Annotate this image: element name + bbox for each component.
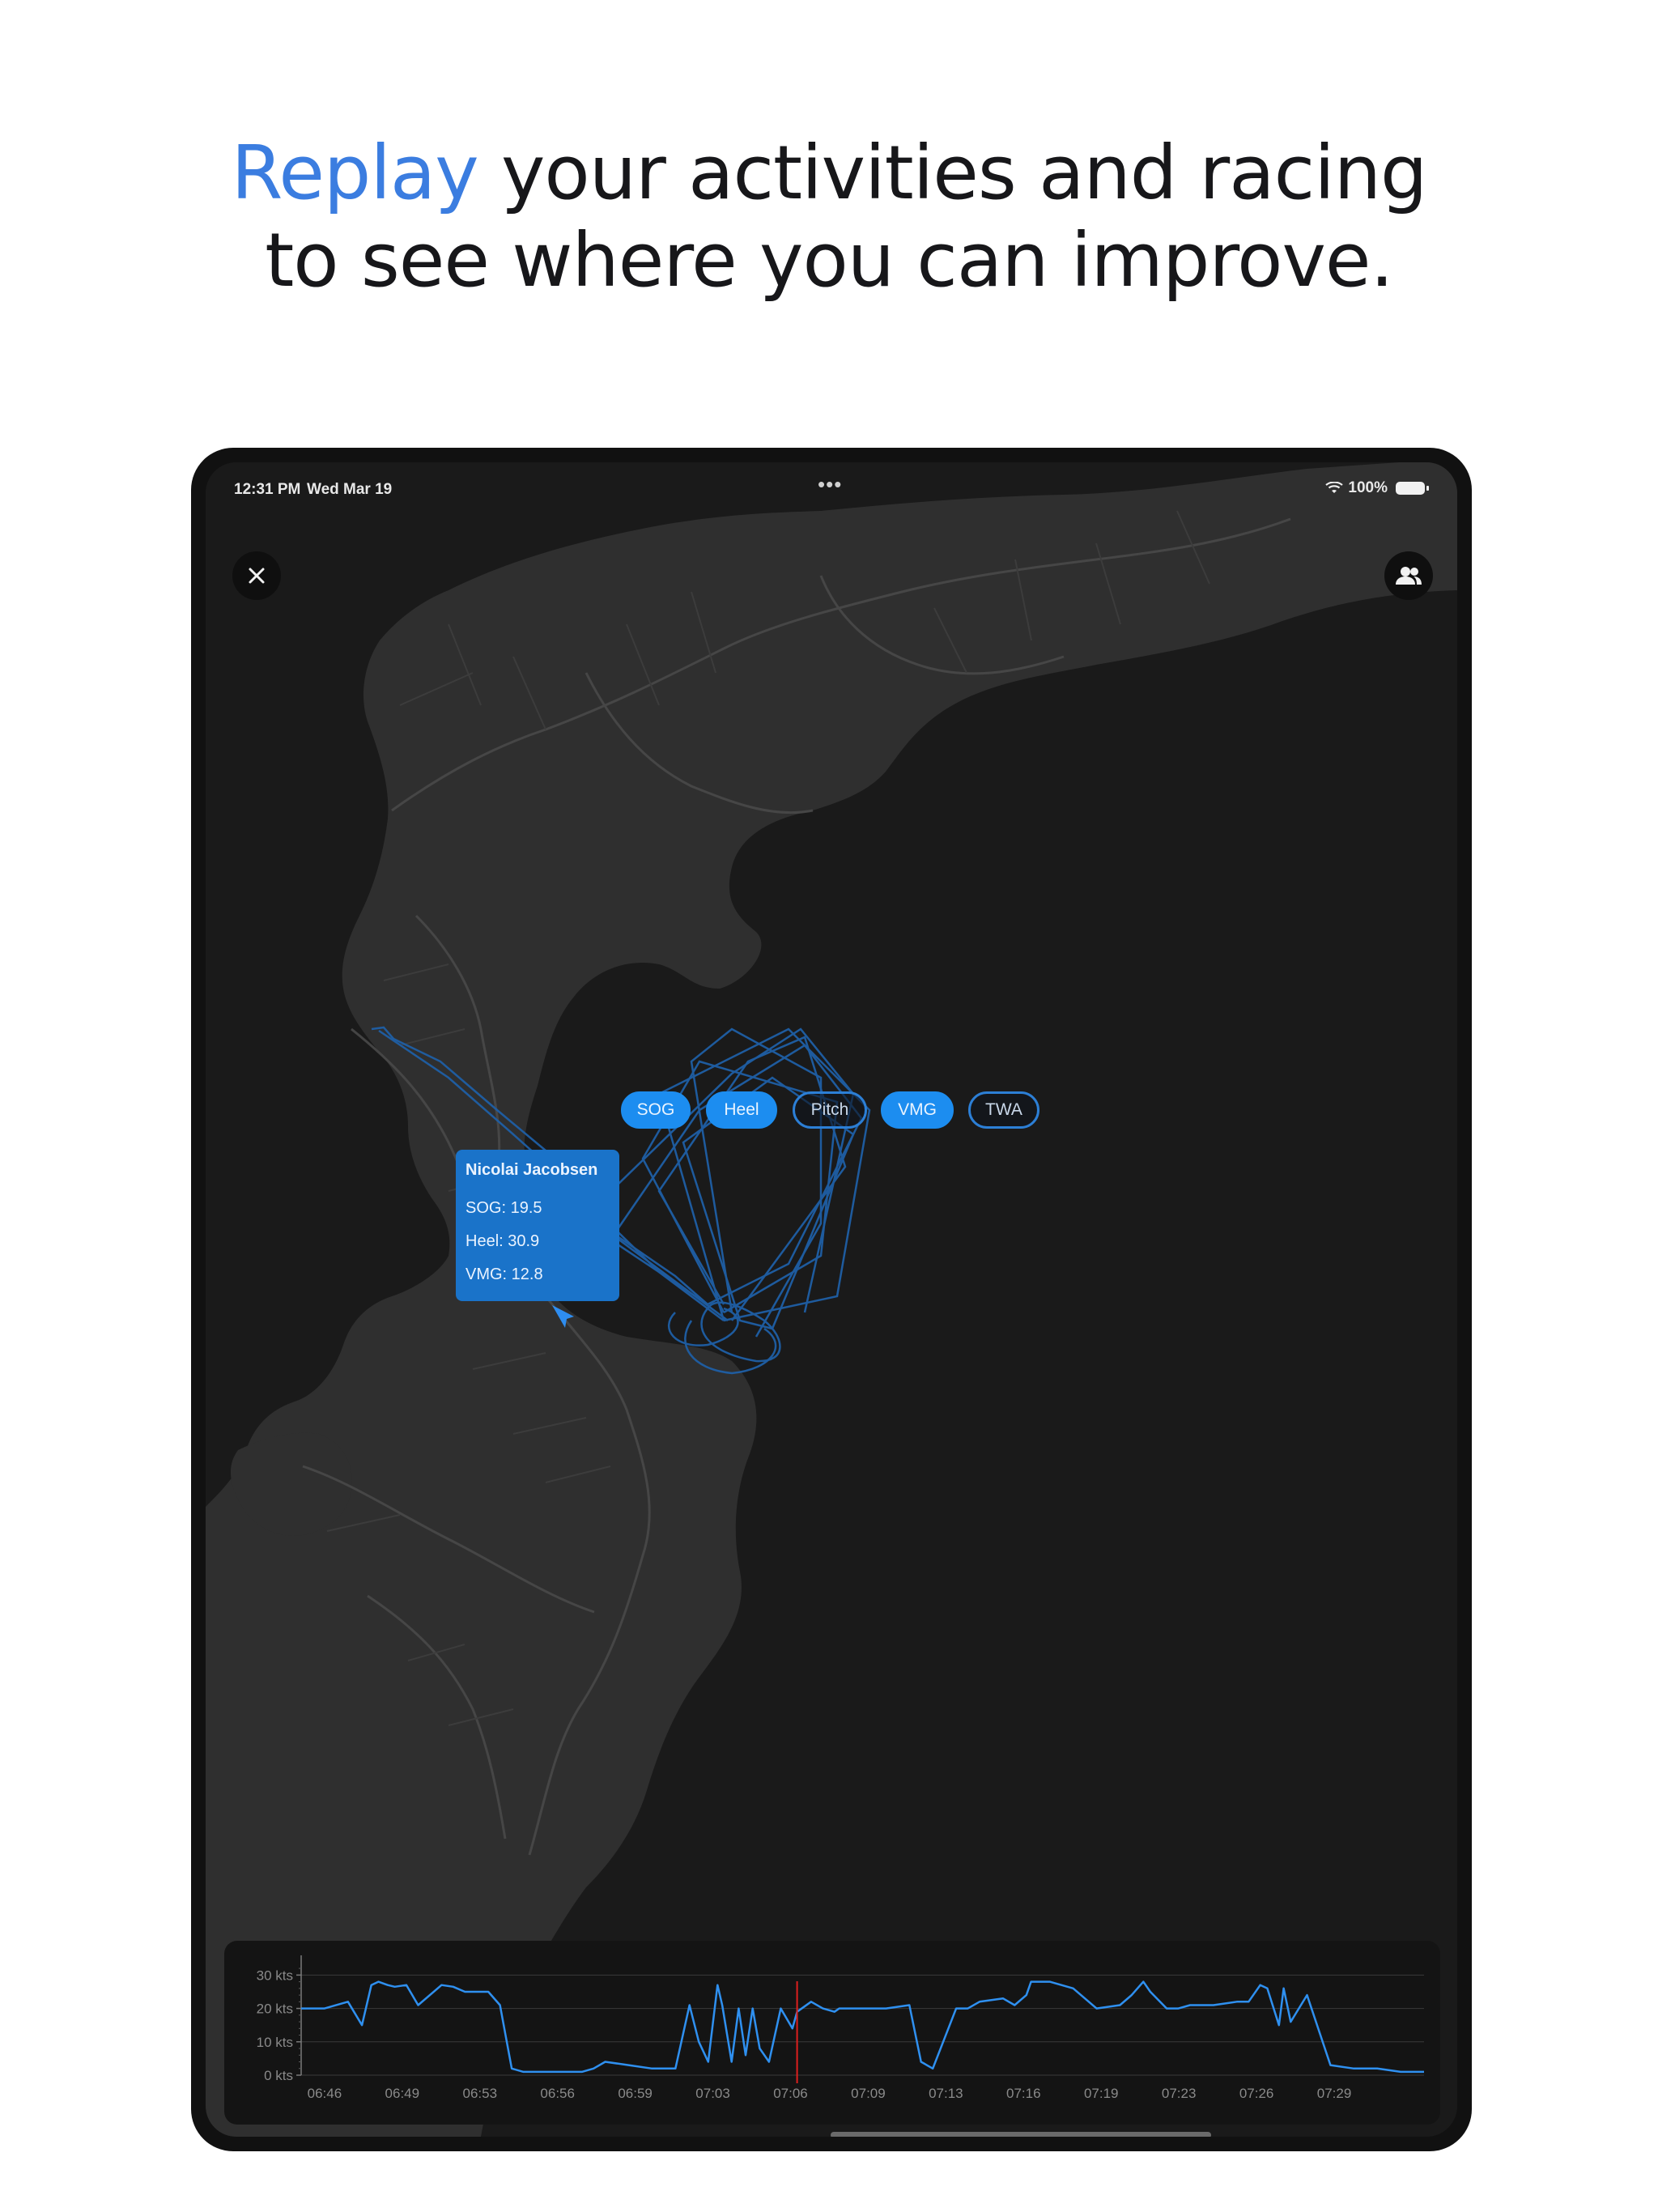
multitasking-dots[interactable]: ••• <box>818 472 842 497</box>
headline-accent: Replay <box>231 130 479 216</box>
x-tick-label: 06:56 <box>540 2086 575 2101</box>
tablet-frame: 12:31 PM Wed Mar 19 ••• 100% SOG Heel Pi… <box>191 448 1472 2151</box>
headline: Replay your activities and racing to see… <box>0 130 1658 304</box>
close-icon <box>249 568 265 584</box>
metric-pill-vmg[interactable]: VMG <box>881 1091 954 1129</box>
app-screen: 12:31 PM Wed Mar 19 ••• 100% SOG Heel Pi… <box>206 462 1457 2137</box>
y-tick-label: 20 kts <box>257 2001 293 2017</box>
x-tick-label: 07:09 <box>851 2086 886 2101</box>
close-button[interactable] <box>232 551 281 600</box>
x-tick-label: 06:59 <box>618 2086 653 2101</box>
y-tick-label: 0 kts <box>264 2068 293 2083</box>
x-tick-label: 07:16 <box>1006 2086 1041 2101</box>
stat-sog: SOG: 19.5 <box>466 1199 542 1217</box>
stat-heel: Heel: 30.9 <box>466 1232 540 1250</box>
headline-line-2: to see where you can improve. <box>265 217 1394 304</box>
metric-pill-sog[interactable]: SOG <box>621 1091 691 1129</box>
speed-chart-svg[interactable]: 30 kts 20 kts 10 kts 0 kts 06:46 06:49 06:53 06… <box>224 1941 1440 2125</box>
home-indicator[interactable] <box>831 2132 1211 2137</box>
status-right: 100% <box>1325 479 1429 497</box>
stat-vmg: VMG: 12.8 <box>466 1266 543 1283</box>
status-bar: 12:31 PM Wed Mar 19 ••• 100% <box>206 462 1457 511</box>
headline-line-1: Replay your activities and racing <box>0 130 1658 217</box>
speed-timeline-chart[interactable]: 30 kts 20 kts 10 kts 0 kts 06:46 06:49 06:53 06… <box>224 1941 1440 2125</box>
x-tick-label: 07:23 <box>1162 2086 1197 2101</box>
x-tick-label: 07:13 <box>929 2086 963 2101</box>
metric-filter-bar: SOG Heel Pitch VMG TWA <box>206 1091 1457 1135</box>
sog-series-line <box>301 1980 1424 2074</box>
battery-percent: 100% <box>1348 479 1388 496</box>
battery-icon <box>1396 482 1429 495</box>
status-time: 12:31 PM <box>234 481 301 498</box>
athlete-name: Nicolai Jacobsen <box>466 1161 598 1179</box>
participants-button[interactable] <box>1384 551 1433 600</box>
people-icon <box>1396 567 1422 585</box>
metric-pill-twa[interactable]: TWA <box>968 1091 1039 1129</box>
metric-pill-pitch[interactable]: Pitch <box>793 1091 867 1129</box>
x-tick-label: 06:49 <box>385 2086 420 2101</box>
y-tick-label: 10 kts <box>257 2035 293 2050</box>
x-tick-label: 06:46 <box>308 2086 342 2101</box>
map-view[interactable] <box>206 462 1457 2137</box>
wifi-icon <box>1325 482 1344 493</box>
x-tick-label: 07:03 <box>695 2086 730 2101</box>
headline-line-1-rest: your activities and racing <box>478 130 1428 216</box>
x-tick-label: 07:29 <box>1317 2086 1352 2101</box>
athlete-stats-card[interactable]: Nicolai Jacobsen SOG: 19.5 Heel: 30.9 VM… <box>456 1150 619 1301</box>
status-date: Wed Mar 19 <box>307 481 393 498</box>
x-tick-label: 07:06 <box>773 2086 808 2101</box>
x-tick-label: 07:19 <box>1084 2086 1119 2101</box>
y-tick-label: 30 kts <box>257 1967 293 1983</box>
metric-pill-heel[interactable]: Heel <box>706 1091 777 1129</box>
x-tick-label: 06:53 <box>462 2086 497 2101</box>
x-tick-label: 07:26 <box>1239 2086 1274 2101</box>
